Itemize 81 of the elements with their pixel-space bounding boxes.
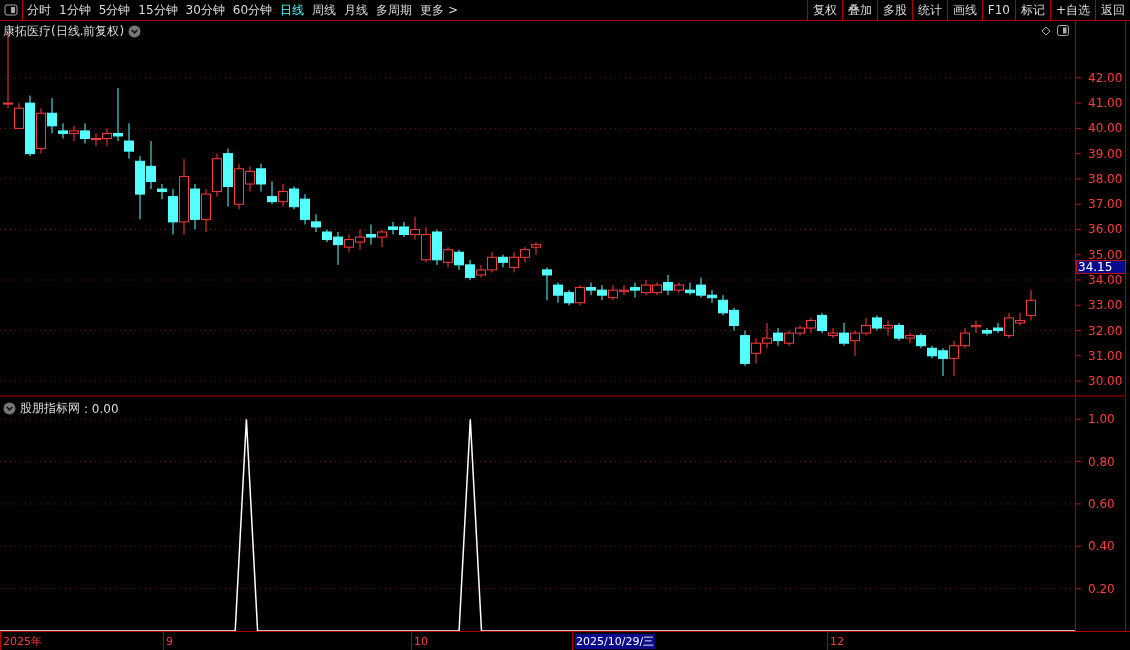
candlestick	[69, 125, 79, 142]
axis-label: 1.00	[1088, 412, 1115, 427]
toolbar-button[interactable]: F10	[981, 0, 1015, 20]
axis-label: 30.00	[1088, 374, 1123, 389]
candlestick	[531, 241, 541, 256]
toolbar-button[interactable]: 多股	[876, 0, 912, 20]
candlestick	[773, 327, 783, 347]
period-tab[interactable]: 日线	[276, 0, 309, 20]
candlestick	[663, 274, 673, 296]
candlestick	[542, 266, 552, 301]
candlestick	[971, 319, 981, 334]
dropdown-icon[interactable]	[128, 25, 142, 38]
period-tab[interactable]: 月线	[340, 0, 373, 20]
indicator-value: : 0.00	[84, 401, 119, 416]
axis-label: 40.00	[1088, 121, 1123, 136]
toolbar-button[interactable]: +自选	[1049, 0, 1095, 20]
candlestick	[630, 282, 640, 299]
candlestick	[883, 319, 893, 337]
period-tab[interactable]: 15分钟	[134, 0, 182, 20]
axis-label: 39.00	[1088, 146, 1123, 161]
period-tab[interactable]: 30分钟	[181, 0, 229, 20]
candlestick	[575, 284, 585, 306]
panel-toggle-icon[interactable]	[4, 4, 18, 16]
axis-label: 36.00	[1088, 222, 1123, 237]
current-price-label: 34.15	[1076, 260, 1126, 274]
axis-label: 0.20	[1088, 581, 1115, 596]
period-tab[interactable]: 周线	[308, 0, 341, 20]
panel-toggle-icon[interactable]	[1057, 25, 1069, 36]
candlestick	[256, 163, 266, 193]
axis-label: 33.00	[1088, 298, 1123, 313]
chart-title: 康拓医疗(日线.前复权)	[3, 23, 125, 40]
axis-label: 37.00	[1088, 197, 1123, 212]
period-tab[interactable]: 60分钟	[228, 0, 277, 20]
axis-label: 0.40	[1088, 539, 1115, 554]
date-label: 2025/10/29/三	[575, 633, 656, 649]
toolbar-button[interactable]: 叠加	[841, 0, 877, 20]
period-tab[interactable]: 分时	[23, 0, 55, 20]
axis-label: 31.00	[1088, 348, 1123, 363]
candlestick	[278, 183, 288, 208]
toolbar-button[interactable]: 统计	[911, 0, 947, 20]
candlestick	[113, 87, 123, 142]
axis-label: 32.00	[1088, 323, 1123, 338]
candlestick	[267, 180, 277, 205]
candlestick	[47, 97, 57, 134]
candlestick	[366, 223, 376, 246]
candlestick	[80, 122, 90, 145]
candlestick	[905, 332, 915, 344]
axis-label: 34.00	[1088, 273, 1123, 287]
axis-label: 0.80	[1088, 454, 1115, 469]
axis-label: 41.00	[1088, 96, 1123, 111]
date-label: 2025年	[3, 633, 42, 649]
diamond-icon[interactable]	[1041, 25, 1051, 36]
axis-label: 35.00	[1088, 247, 1123, 262]
candlestick	[839, 322, 849, 347]
candlestick	[828, 327, 838, 339]
axis-label: 42.00	[1088, 70, 1123, 85]
period-tab[interactable]: 5分钟	[94, 0, 135, 20]
period-tab[interactable]: 更多 >	[416, 0, 462, 20]
candlestick	[377, 228, 387, 248]
axis-label: 0.60	[1088, 496, 1115, 511]
toolbar-button[interactable]: 画线	[946, 0, 982, 20]
period-tab[interactable]: 1分钟	[55, 0, 95, 20]
toolbar-button[interactable]: 返回	[1095, 0, 1130, 20]
dropdown-icon[interactable]	[3, 402, 16, 415]
axis-label: 38.00	[1088, 171, 1123, 186]
candlestick	[1026, 289, 1036, 321]
date-label: 10	[414, 634, 428, 648]
toolbar-button[interactable]: 复权	[806, 0, 842, 20]
period-tab[interactable]: 多周期	[372, 0, 417, 20]
candlestick	[817, 312, 827, 334]
date-label: 12	[830, 634, 844, 648]
candlestick	[14, 102, 24, 129]
candlestick	[157, 183, 167, 200]
candlestick	[443, 246, 453, 268]
candlestick	[58, 122, 68, 139]
indicator-name: 股朋指标网	[20, 400, 80, 417]
candlestick	[124, 122, 134, 160]
date-label: 9	[166, 634, 173, 648]
candlestick	[498, 254, 508, 268]
toolbar-button[interactable]: 标记	[1014, 0, 1050, 20]
candlestick	[311, 213, 321, 233]
